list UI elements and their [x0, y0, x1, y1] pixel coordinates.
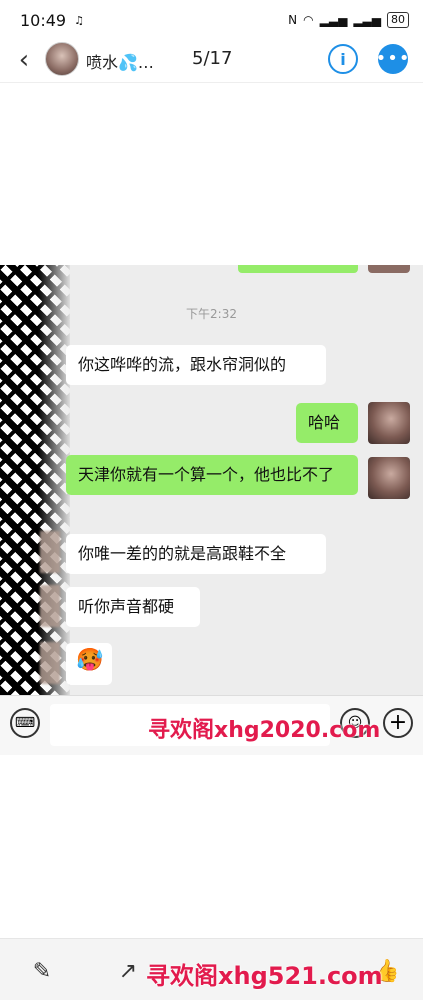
header: ‹ 喷水💦… 5/17 i ••• [0, 40, 423, 80]
message-bubble-outgoing: 天津你就有一个算一个，他也比不了 [66, 455, 358, 495]
message-bubble-incoming: 听你声音都硬 [66, 587, 200, 627]
edit-icon[interactable]: ✎ [28, 957, 56, 985]
avatar [368, 402, 410, 444]
avatar [40, 531, 60, 573]
avatar [40, 585, 60, 627]
message-bubble-incoming: 你唯一差的的就是高跟鞋不全 [66, 534, 326, 574]
avatar[interactable] [45, 42, 79, 76]
divider [0, 82, 423, 83]
share-icon[interactable]: ↗ [114, 957, 142, 985]
watermark: 寻欢阁xhg521.com [146, 962, 383, 990]
message-bubble-outgoing: 哈哈 [296, 403, 358, 443]
cropped-bubble [238, 265, 358, 273]
signal-icon: ▂▃▅ [319, 13, 348, 27]
avatar [40, 642, 60, 684]
chat-screenshot: 下午2:32 你这哗哗的流，跟水帘洞似的 哈哈 天津你就有一个算一个，他也比不了… [0, 265, 423, 755]
keyboard-icon: ⌨ [10, 708, 40, 738]
battery-icon: 80 [387, 12, 409, 28]
notification-icon: ♫ [74, 13, 84, 27]
status-bar: 10:49 ♫ N ◠ ▂▃▅ ▂▃▅ 80 [0, 0, 423, 40]
chat-timestamp: 下午2:32 [186, 307, 237, 321]
avatar [368, 457, 410, 499]
message-bubble-incoming: 你这哗哗的流，跟水帘洞似的 [66, 345, 326, 385]
message-bubble-emoji: 🥵 [66, 643, 112, 685]
image-viewer: 10:49 ♫ N ◠ ▂▃▅ ▂▃▅ 80 ‹ 喷水💦… 5/17 i •••… [0, 0, 423, 1000]
more-icon[interactable]: ••• [376, 44, 409, 74]
author-name[interactable]: 喷水💦… [86, 49, 154, 73]
watermark: 寻欢阁xhg2020.com [148, 718, 381, 743]
status-time: 10:49 [20, 10, 67, 30]
signal-icon-2: ▂▃▅ [353, 13, 381, 27]
cropped-avatar [368, 265, 410, 273]
back-arrow-icon[interactable]: ‹ [12, 45, 36, 75]
wifi-icon: ◠ [303, 13, 314, 27]
info-icon[interactable]: i [328, 44, 358, 74]
plus-icon: + [383, 708, 413, 738]
nfc-icon: N [288, 13, 298, 27]
page-counter: 5/17 [192, 48, 233, 69]
